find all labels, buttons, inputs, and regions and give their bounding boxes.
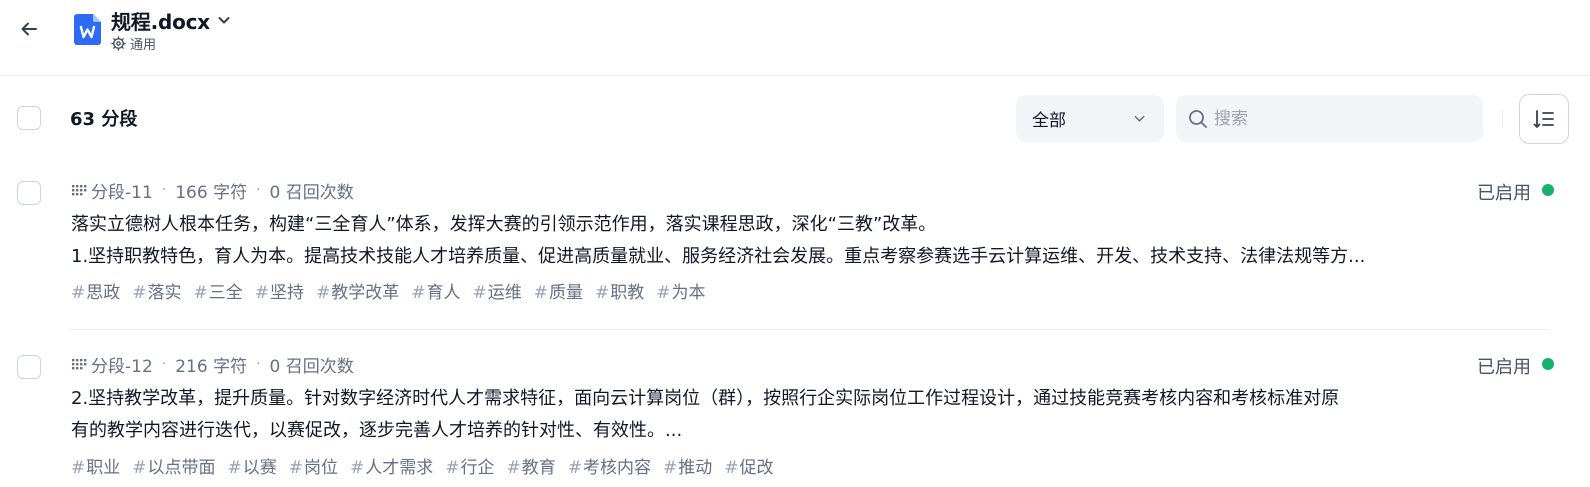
segment-content-line: 落实立德树人根本任务，构建“三全育人”体系，发挥大赛的引领示范作用，落实课程思政… bbox=[71, 214, 937, 235]
segment-meta: 分段-11 · 166 字符 · 0 召回次数 bbox=[71, 178, 354, 203]
segments-toolbar: 63 分段 全部 bbox=[0, 76, 1590, 160]
meta-separator: · bbox=[161, 356, 167, 372]
keyword-tag[interactable]: #以赛 bbox=[228, 453, 277, 478]
status-filter-value: 全部 bbox=[1032, 111, 1066, 131]
segment-recall-count: 0 召回次数 bbox=[269, 182, 354, 203]
keyword-tag[interactable]: #三全 bbox=[194, 278, 243, 303]
top-header: 规程.docx 通用 bbox=[0, 0, 1590, 76]
select-all-checkbox[interactable] bbox=[17, 106, 41, 130]
meta-separator: · bbox=[256, 182, 261, 198]
arrow-left-icon bbox=[21, 22, 37, 36]
segment-id: 分段-11 bbox=[91, 182, 153, 203]
keyword-tag[interactable]: #质量 bbox=[534, 278, 583, 303]
toolbar-divider bbox=[1502, 110, 1503, 128]
keyword-tag[interactable]: #坚持 bbox=[255, 278, 304, 303]
segment-checkbox[interactable] bbox=[17, 355, 41, 379]
keyword-tag[interactable]: #以点带面 bbox=[132, 453, 215, 478]
keyword-tag[interactable]: #教学改革 bbox=[316, 278, 399, 303]
keyword-tag[interactable]: #职业 bbox=[71, 453, 120, 478]
segment-recall-count: 0 召回次数 bbox=[269, 356, 354, 377]
keyword-tag[interactable]: #职教 bbox=[595, 278, 644, 303]
segment-char-count: 166 字符 bbox=[175, 182, 248, 203]
segment-status-label: 已启用 bbox=[1477, 183, 1531, 204]
meta-separator: · bbox=[161, 182, 167, 198]
segment-content: 2.坚持教学改革，提升质量。针对数字经济时代人才需求特征，面向云计算岗位（群），… bbox=[71, 383, 1531, 447]
segment-keywords: #思政 #落实 #三全 #坚持 #教学改革 #育人 #运维 #质量 #职教 #为… bbox=[71, 278, 718, 303]
segment-keywords: #职业 #以点带面 #以赛 #岗位 #人才需求 #行企 #教育 #考核内容 #推… bbox=[71, 453, 786, 478]
keyword-tag[interactable]: #运维 bbox=[473, 278, 522, 303]
doc-mode: 通用 bbox=[111, 34, 157, 53]
chevron-down-icon bbox=[218, 17, 230, 24]
segment-divider bbox=[70, 329, 1550, 330]
segment-status-label: 已启用 bbox=[1477, 357, 1531, 378]
grid-dots-icon bbox=[72, 359, 87, 370]
sort-button[interactable] bbox=[1519, 94, 1569, 144]
doc-mode-label: 通用 bbox=[130, 37, 157, 53]
keyword-tag[interactable]: #岗位 bbox=[289, 453, 338, 478]
segment-card[interactable]: 分段-12 · 216 字符 · 0 召回次数 已启用 2.坚持教学改革，提升质… bbox=[0, 350, 1590, 487]
keyword-tag[interactable]: #落实 bbox=[132, 278, 181, 303]
segment-count: 63 分段 bbox=[70, 109, 138, 130]
keyword-tag[interactable]: #教育 bbox=[507, 453, 556, 478]
segment-checkbox[interactable] bbox=[17, 181, 41, 205]
keyword-tag[interactable]: #为本 bbox=[656, 278, 705, 303]
search-input[interactable] bbox=[1214, 108, 1464, 129]
search-icon bbox=[1189, 109, 1207, 128]
document-title-dropdown[interactable]: 规程.docx bbox=[111, 7, 231, 34]
back-button[interactable] bbox=[16, 16, 42, 42]
document-title: 规程.docx bbox=[111, 9, 211, 34]
segment-card[interactable]: 分段-11 · 166 字符 · 0 召回次数 已启用 落实立德树人根本任务，构… bbox=[0, 176, 1590, 329]
word-doc-icon bbox=[74, 14, 101, 45]
keyword-tag[interactable]: #推动 bbox=[663, 453, 712, 478]
segment-content: 落实立德树人根本任务，构建“三全育人”体系，发挥大赛的引领示范作用，落实课程思政… bbox=[71, 209, 1531, 273]
segment-content-line: 1.坚持职教特色，育人为本。提高技术技能人才培养质量、促进高质量就业、服务经济社… bbox=[71, 246, 1366, 267]
segment-content-line: 2.坚持教学改革，提升质量。针对数字经济时代人才需求特征，面向云计算岗位（群），… bbox=[71, 388, 1340, 409]
segment-char-count: 216 字符 bbox=[175, 356, 248, 377]
keyword-tag[interactable]: #考核内容 bbox=[568, 453, 651, 478]
segment-id: 分段-12 bbox=[91, 356, 153, 377]
grid-dots-icon bbox=[72, 185, 87, 196]
search-box bbox=[1176, 95, 1483, 142]
keyword-tag[interactable]: #育人 bbox=[411, 278, 460, 303]
status-indicator-dot bbox=[1542, 184, 1554, 196]
keyword-tag[interactable]: #人才需求 bbox=[350, 453, 433, 478]
keyword-tag[interactable]: #思政 bbox=[71, 278, 120, 303]
status-filter-select[interactable]: 全部 bbox=[1016, 95, 1164, 142]
segment-meta: 分段-12 · 216 字符 · 0 召回次数 bbox=[71, 352, 354, 377]
sort-list-icon bbox=[1533, 110, 1554, 128]
gear-icon bbox=[111, 35, 126, 51]
status-indicator-dot bbox=[1542, 358, 1554, 370]
segment-content-line: 有的教学内容进行迭代，以赛促改，逐步完善人才培养的针对性、有效性。... bbox=[71, 420, 683, 441]
keyword-tag[interactable]: #行企 bbox=[445, 453, 494, 478]
chevron-down-icon bbox=[1134, 115, 1145, 122]
meta-separator: · bbox=[256, 356, 261, 372]
keyword-tag[interactable]: #促改 bbox=[724, 453, 773, 478]
